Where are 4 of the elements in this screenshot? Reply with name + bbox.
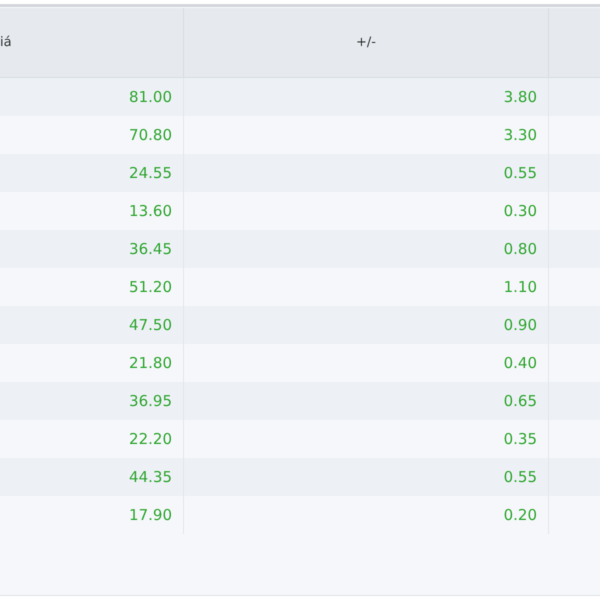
- table-cell: 17.90: [0, 496, 184, 534]
- table-cell: 0.20: [184, 496, 549, 534]
- column-header: iá: [0, 8, 184, 77]
- column-header: +/-: [184, 8, 549, 77]
